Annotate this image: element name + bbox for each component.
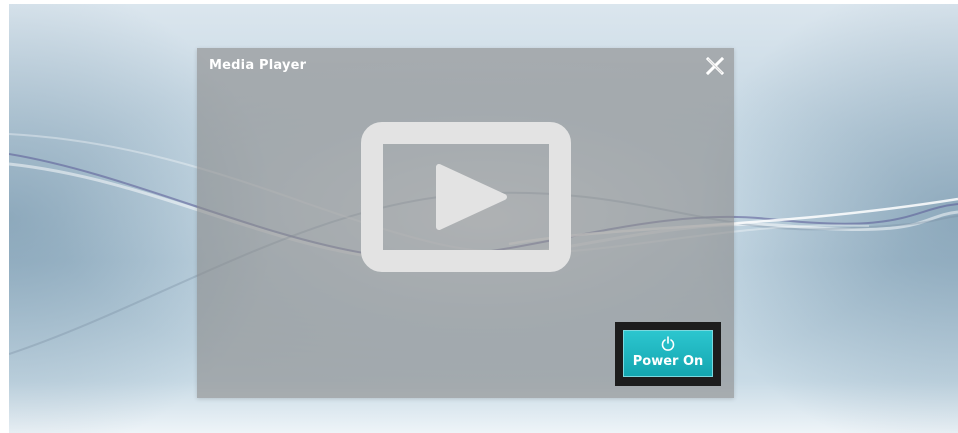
close-icon[interactable]	[705, 56, 725, 76]
media-player-window: Media Player Power On	[197, 48, 734, 398]
power-icon	[661, 336, 675, 351]
window-title: Media Player	[209, 58, 307, 73]
video-play-icon[interactable]	[361, 122, 571, 276]
power-on-label: Power On	[632, 354, 704, 369]
power-on-button[interactable]: Power On	[615, 322, 721, 386]
power-on-button-face[interactable]: Power On	[623, 330, 713, 377]
